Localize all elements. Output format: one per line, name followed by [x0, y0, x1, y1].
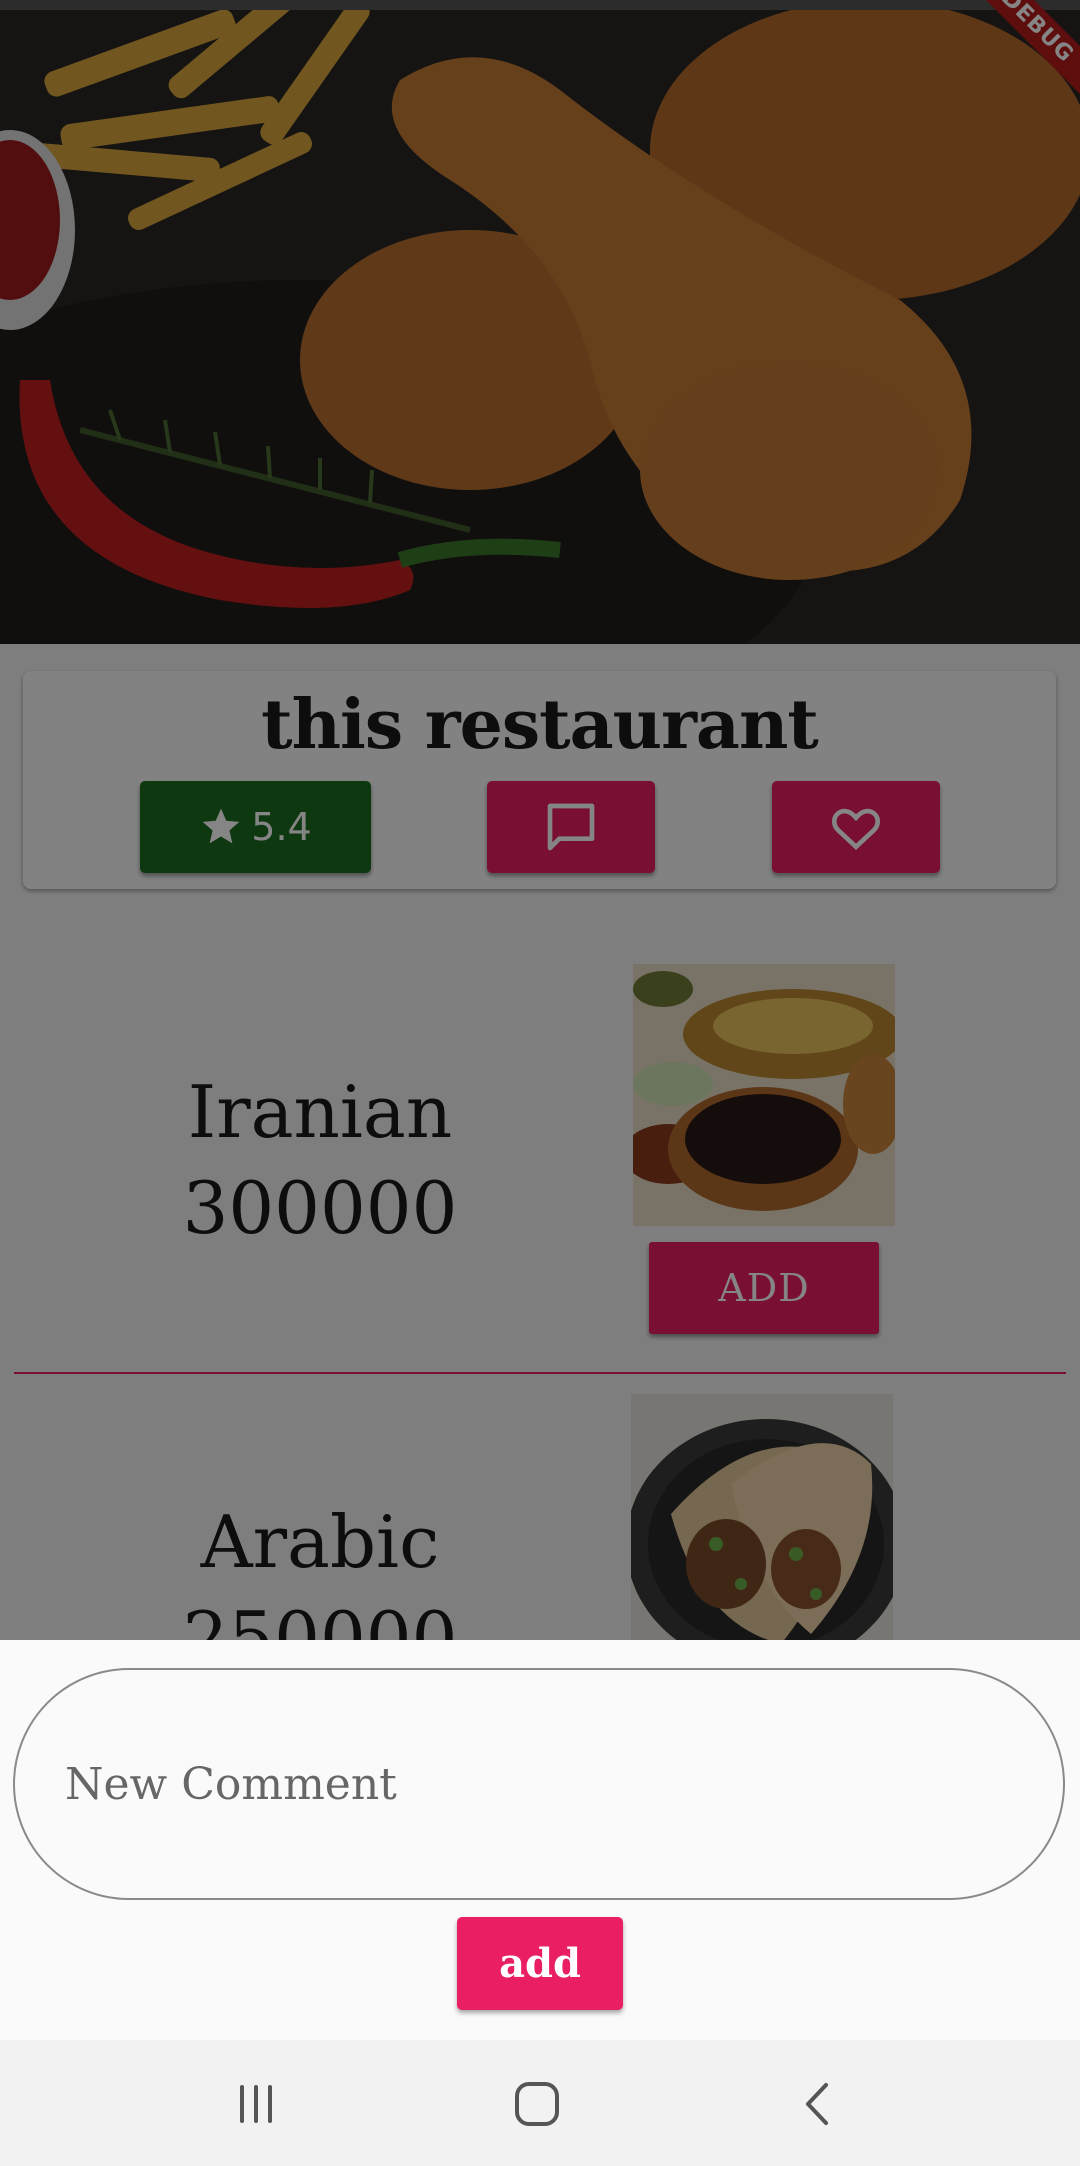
nav-home-button[interactable]: [477, 2062, 597, 2146]
nav-back-button[interactable]: [758, 2062, 878, 2146]
comment-bottom-sheet: add: [0, 1640, 1080, 2040]
system-navigation-bar: [0, 2040, 1080, 2166]
add-comment-button[interactable]: add: [457, 1917, 623, 2010]
restaurant-page: DEBUG this restaurant 5.4 Iranian 300000: [0, 0, 1080, 2166]
recents-icon: [240, 2085, 272, 2123]
modal-scrim[interactable]: [0, 0, 1080, 1640]
home-icon: [515, 2082, 559, 2126]
nav-recents-button[interactable]: [196, 2062, 316, 2146]
new-comment-input[interactable]: [13, 1668, 1065, 1900]
back-icon: [806, 2083, 828, 2125]
